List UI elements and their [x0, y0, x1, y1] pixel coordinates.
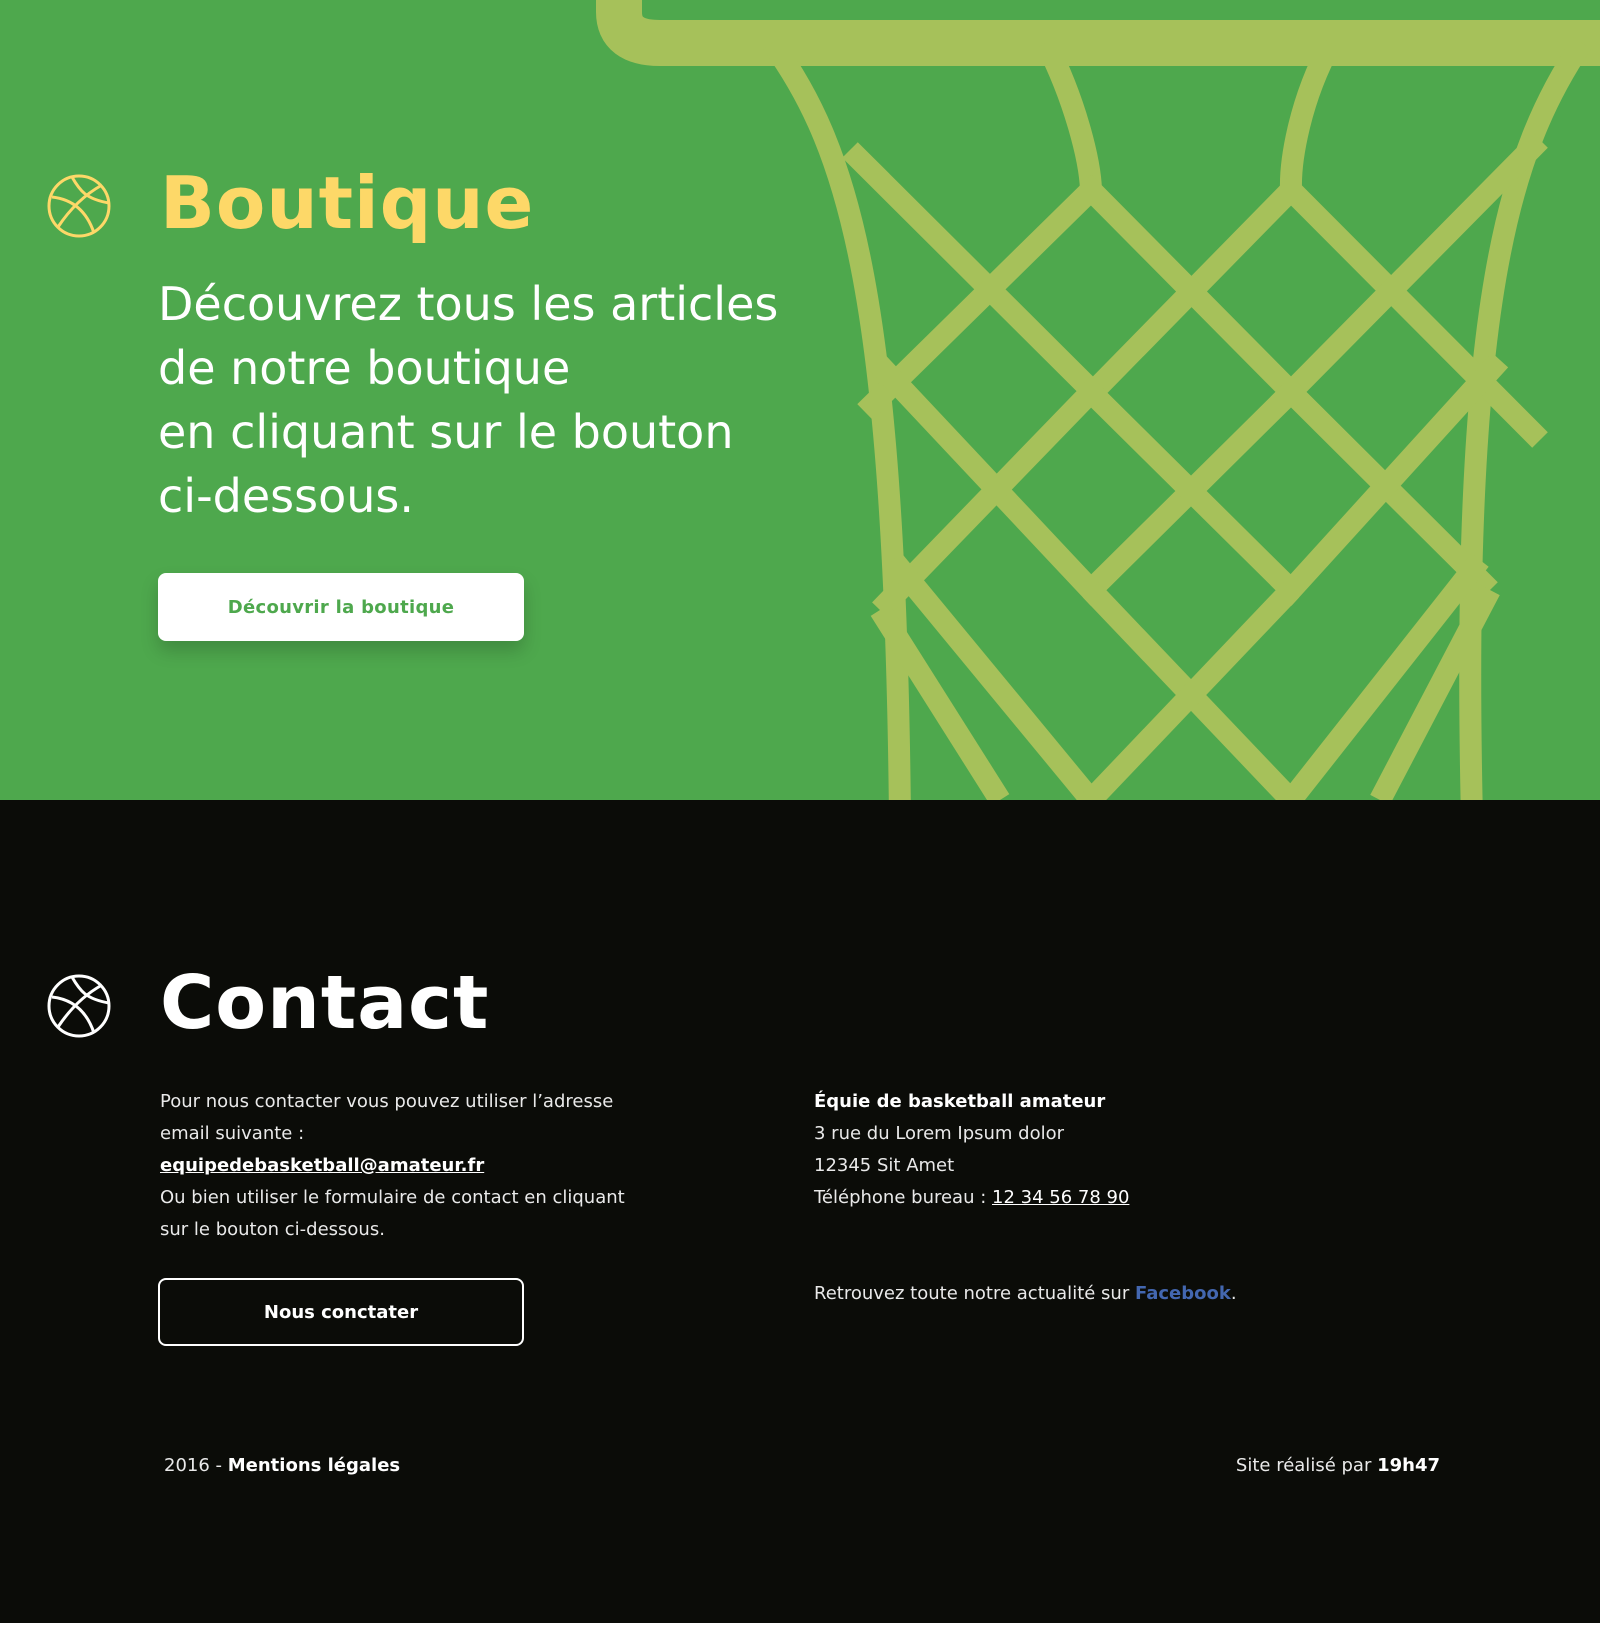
- boutique-description-line: ci-dessous.: [158, 469, 414, 523]
- discover-shop-button[interactable]: Découvrir la boutique: [158, 573, 524, 641]
- address-line: 12345 Sit Amet: [814, 1155, 955, 1176]
- basketball-icon: [46, 973, 112, 1043]
- footer-year: 2016 -: [164, 1455, 228, 1476]
- legal-notice-link[interactable]: Mentions légales: [228, 1455, 400, 1476]
- phone-link[interactable]: 12 34 56 78 90: [992, 1187, 1129, 1208]
- contact-form-text: Ou bien utiliser le formulaire de contac…: [160, 1187, 625, 1208]
- footer-credit: Site réalisé par 19h47: [1236, 1450, 1440, 1482]
- address-line: 3 rue du Lorem Ipsum dolor: [814, 1123, 1065, 1144]
- boutique-description-line: de notre boutique: [158, 341, 571, 395]
- phone-line: Téléphone bureau : 12 34 56 78 90: [814, 1182, 1414, 1214]
- address-block: Équie de basketball amateur 3 rue du Lor…: [814, 1086, 1414, 1214]
- social-suffix: .: [1230, 1283, 1237, 1304]
- contact-title: Contact: [160, 960, 490, 1046]
- email-link[interactable]: equipedebasketball@amateur.fr: [160, 1155, 484, 1176]
- agency-credit-link[interactable]: 19h47: [1377, 1455, 1440, 1476]
- boutique-title: Boutique: [160, 161, 535, 245]
- credit-prefix: Site réalisé par: [1235, 1455, 1378, 1476]
- social-line: Retrouvez toute notre actualité sur Face…: [814, 1278, 1237, 1310]
- footer-copyright: 2016 - Mentions légales: [164, 1450, 400, 1482]
- contact-intro-text: Pour nous contacter vous pouvez utiliser…: [160, 1091, 614, 1112]
- boutique-description: Découvrez tous les articles de notre bou…: [158, 272, 878, 528]
- contact-form-text: sur le bouton ci-dessous.: [160, 1219, 385, 1240]
- contact-us-button[interactable]: Nous conctater: [158, 1278, 524, 1346]
- facebook-link[interactable]: Facebook: [1135, 1283, 1231, 1304]
- contact-intro-text: email suivante :: [160, 1123, 305, 1144]
- social-prefix: Retrouvez toute notre actualité sur: [814, 1283, 1135, 1304]
- boutique-description-line: en cliquant sur le bouton: [158, 405, 734, 459]
- contact-section: Contact Pour nous contacter vous pouvez …: [0, 800, 1600, 1631]
- page-bottom-edge: [0, 1623, 1600, 1631]
- phone-label: Téléphone bureau :: [814, 1187, 992, 1208]
- organization-name: Équie de basketball amateur: [814, 1091, 1106, 1112]
- basketball-icon: [46, 173, 112, 243]
- boutique-section: Boutique Découvrez tous les articles de …: [0, 0, 1600, 800]
- contact-info: Pour nous contacter vous pouvez utiliser…: [160, 1086, 680, 1246]
- boutique-description-line: Découvrez tous les articles: [158, 277, 779, 331]
